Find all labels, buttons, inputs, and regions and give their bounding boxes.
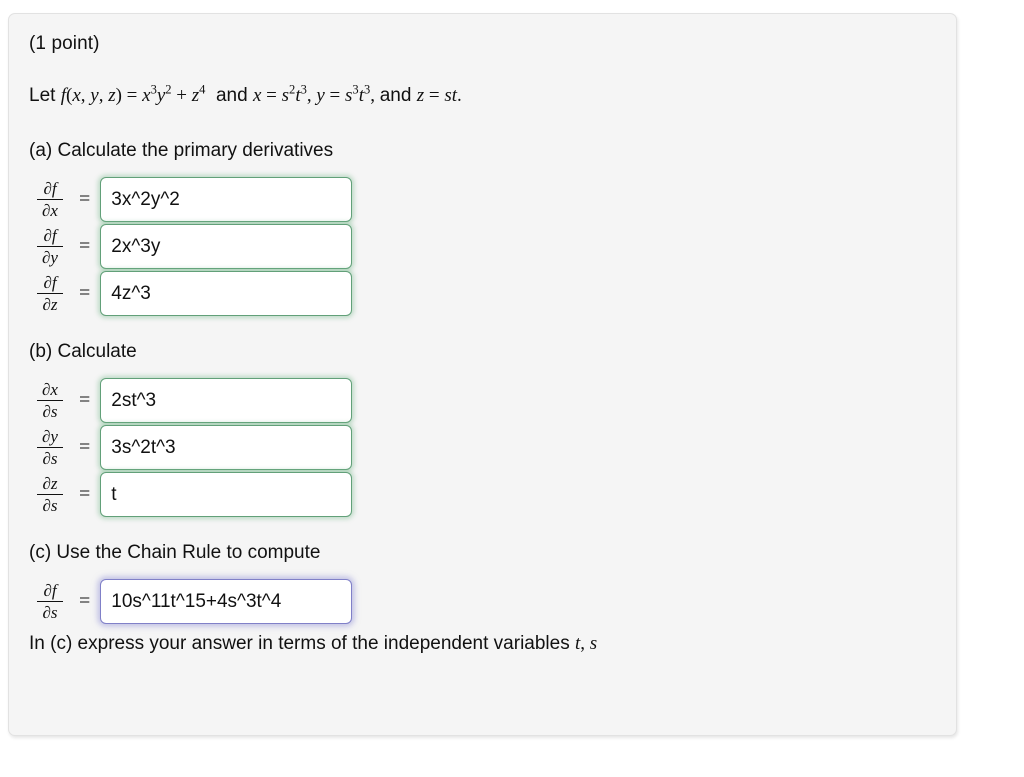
fraction-denominator: ∂z	[42, 295, 58, 314]
fraction-denominator: ∂s	[42, 496, 58, 515]
fraction-bar	[37, 246, 63, 247]
closing-note-separator: ,	[580, 633, 590, 654]
fraction-numerator: ∂z	[42, 474, 58, 493]
fraction-numerator: ∂y	[42, 427, 58, 446]
problem-statement: Let f(x, y, z) = x3y2 + z4 and x = s2t3,…	[29, 82, 462, 106]
derivative-fraction-label: ∂f ∂z	[29, 274, 73, 313]
derivative-fraction-label: ∂f ∂y	[29, 227, 73, 266]
answer-row: ∂f ∂y =	[29, 223, 944, 270]
answer-input-df-dz[interactable]	[100, 271, 353, 316]
closing-note-prefix: In (c) express your answer in terms of t…	[29, 633, 575, 654]
equals-sign: =	[79, 235, 91, 257]
equals-sign: =	[79, 188, 91, 210]
section-a-rows: ∂f ∂x = ∂f ∂y = ∂f	[29, 176, 944, 317]
equals-sign: =	[79, 389, 91, 411]
fraction-numerator: ∂f	[43, 179, 57, 198]
answer-row: ∂y ∂s =	[29, 424, 944, 471]
derivative-fraction-label: ∂x ∂s	[29, 381, 73, 420]
equals-sign: =	[79, 483, 91, 505]
fraction-denominator: ∂s	[42, 449, 58, 468]
fraction-bar	[37, 293, 63, 294]
answer-input-df-dx[interactable]	[100, 177, 353, 222]
answer-input-df-ds[interactable]	[100, 579, 353, 624]
answer-row: ∂z ∂s =	[29, 471, 944, 518]
section-a-heading: (a) Calculate the primary derivatives	[29, 140, 334, 161]
section-c-rows: ∂f ∂s =	[29, 578, 944, 625]
section-c-heading: (c) Use the Chain Rule to compute	[29, 542, 321, 563]
fraction-denominator: ∂s	[42, 603, 58, 622]
fraction-numerator: ∂f	[43, 226, 57, 245]
points-label: (1 point)	[29, 33, 100, 54]
derivative-fraction-label: ∂f ∂x	[29, 180, 73, 219]
fraction-denominator: ∂y	[42, 248, 58, 267]
fraction-bar	[37, 400, 63, 401]
answer-row: ∂f ∂s =	[29, 578, 944, 625]
equals-sign: =	[79, 282, 91, 304]
fraction-numerator: ∂f	[43, 581, 57, 600]
derivative-fraction-label: ∂z ∂s	[29, 475, 73, 514]
closing-note: In (c) express your answer in terms of t…	[29, 631, 944, 656]
answer-row: ∂f ∂z =	[29, 270, 944, 317]
problem-panel: (1 point) Let f(x, y, z) = x3y2 + z4 and…	[8, 13, 957, 736]
answer-input-dx-ds[interactable]	[100, 378, 353, 423]
fraction-bar	[37, 199, 63, 200]
derivative-fraction-label: ∂y ∂s	[29, 428, 73, 467]
fraction-denominator: ∂s	[42, 402, 58, 421]
fraction-numerator: ∂f	[43, 273, 57, 292]
fraction-denominator: ∂x	[42, 201, 58, 220]
answer-input-dy-ds[interactable]	[100, 425, 353, 470]
section-b-heading: (b) Calculate	[29, 341, 137, 362]
answer-row: ∂x ∂s =	[29, 377, 944, 424]
equals-sign: =	[79, 590, 91, 612]
equals-sign: =	[79, 436, 91, 458]
fraction-bar	[37, 601, 63, 602]
answer-input-dz-ds[interactable]	[100, 472, 353, 517]
derivative-fraction-label: ∂f ∂s	[29, 582, 73, 621]
problem-content: (1 point) Let f(x, y, z) = x3y2 + z4 and…	[29, 32, 944, 656]
answer-input-df-dy[interactable]	[100, 224, 353, 269]
section-b-rows: ∂x ∂s = ∂y ∂s = ∂z	[29, 377, 944, 518]
fraction-bar	[37, 447, 63, 448]
fraction-bar	[37, 494, 63, 495]
answer-row: ∂f ∂x =	[29, 176, 944, 223]
closing-note-var2: s	[589, 633, 598, 654]
fraction-numerator: ∂x	[42, 380, 58, 399]
